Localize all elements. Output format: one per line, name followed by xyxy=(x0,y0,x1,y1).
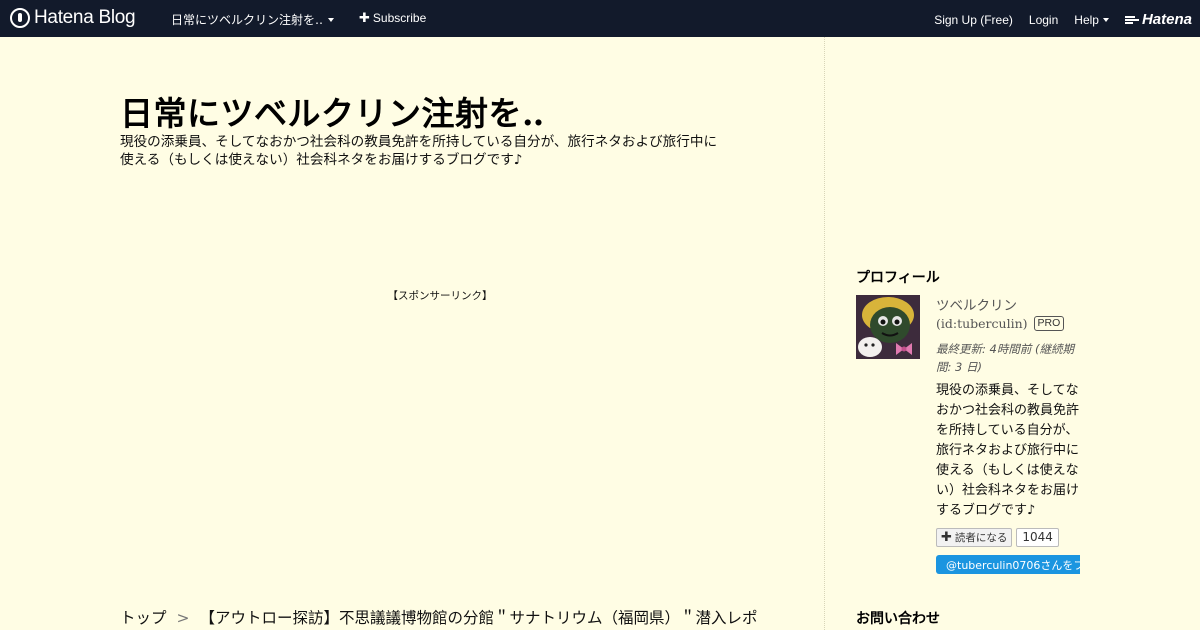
profile-description: 現役の添乗員、そしてなおかつ社会科の教員免許を所持している自分が、旅行ネタおよび… xyxy=(936,383,1080,518)
hatena-brand-icon xyxy=(1124,15,1139,25)
contact-heading: お問い合わせ xyxy=(856,611,940,627)
blog-title[interactable]: 日常にツベルクリン注射を‥ xyxy=(120,87,545,135)
sidebar-divider xyxy=(824,37,825,630)
profile-id-row: (id:tuberculin) PRO xyxy=(936,316,1065,331)
blog-description: 現役の添乗員、そしてなおかつ社会科の教員免許を所持している自分が、旅行ネタおよび… xyxy=(120,134,718,168)
logo-text: Hatena Blog xyxy=(34,7,136,28)
header-right-nav: Sign Up (Free) Login Help Hatena xyxy=(934,11,1192,28)
sponsor-label: 【スポンサーリンク】 xyxy=(387,290,493,302)
signup-link[interactable]: Sign Up (Free) xyxy=(934,13,1013,27)
hatena-blog-logo-icon xyxy=(10,8,30,28)
reader-subscribe-row: ✚ 読者になる 1044 xyxy=(936,528,1059,547)
hatena-brand-link[interactable]: Hatena xyxy=(1124,11,1192,28)
plus-icon: ✚ xyxy=(359,10,370,25)
hatena-blog-logo[interactable]: Hatena Blog xyxy=(10,7,136,29)
subscribe-button[interactable]: ✚ Subscribe xyxy=(359,11,426,25)
breadcrumb-separator: > xyxy=(176,609,190,627)
twitter-follow-label: @tuberculin0706さんをフォロー xyxy=(946,558,1080,572)
chevron-down-icon xyxy=(1102,18,1109,22)
sidebar: プロフィール ツベルクリン (id:tuberculin) PRO 最終更新: … xyxy=(856,37,1080,630)
profile-name-link[interactable]: ツベルクリン xyxy=(936,294,1017,314)
blog-switcher-dropdown[interactable]: 日常にツベルクリン注射を‥ xyxy=(171,11,335,28)
subscribe-reader-button[interactable]: ✚ 読者になる xyxy=(936,528,1013,547)
help-dropdown[interactable]: Help xyxy=(1074,13,1109,27)
last-update: 最終更新: 4時間前 (継続期間: 3 日) xyxy=(936,342,1074,374)
breadcrumb-home-link[interactable]: トップ xyxy=(120,609,167,627)
help-label: Help xyxy=(1074,12,1099,27)
main-column: 日常にツベルクリン注射を‥ 現役の添乗員、そしてなおかつ社会科の教員免許を所持し… xyxy=(0,37,824,630)
reader-button-label: 読者になる xyxy=(954,532,1008,544)
subscribe-label: Subscribe xyxy=(372,11,427,25)
twitter-follow-button[interactable]: @tuberculin0706さんをフォロー xyxy=(936,555,1080,574)
profile-id-link[interactable]: (id:tuberculin) xyxy=(936,316,1028,331)
chevron-down-icon xyxy=(328,18,335,22)
blog-switcher-label: 日常にツベルクリン注射を‥ xyxy=(171,13,324,27)
pro-badge[interactable]: PRO xyxy=(1033,316,1065,331)
hatena-brand-label: Hatena xyxy=(1141,11,1192,28)
avatar-image xyxy=(856,295,920,359)
plus-icon: ✚ xyxy=(941,529,952,545)
login-link[interactable]: Login xyxy=(1029,13,1058,27)
breadcrumb-current[interactable]: 【アウトロー探訪】不思議議博物館の分館＂サナトリウム（福岡県）＂潜入レポ xyxy=(200,609,758,627)
avatar[interactable] xyxy=(856,295,920,359)
global-header: Hatena Blog 日常にツベルクリン注射を‥ ✚ Subscribe Si… xyxy=(0,0,1200,37)
breadcrumb: トップ > 【アウトロー探訪】不思議議博物館の分館＂サナトリウム（福岡県）＂潜入レポ xyxy=(120,606,780,628)
reader-count[interactable]: 1044 xyxy=(1016,528,1059,547)
profile-heading: プロフィール xyxy=(856,270,940,286)
